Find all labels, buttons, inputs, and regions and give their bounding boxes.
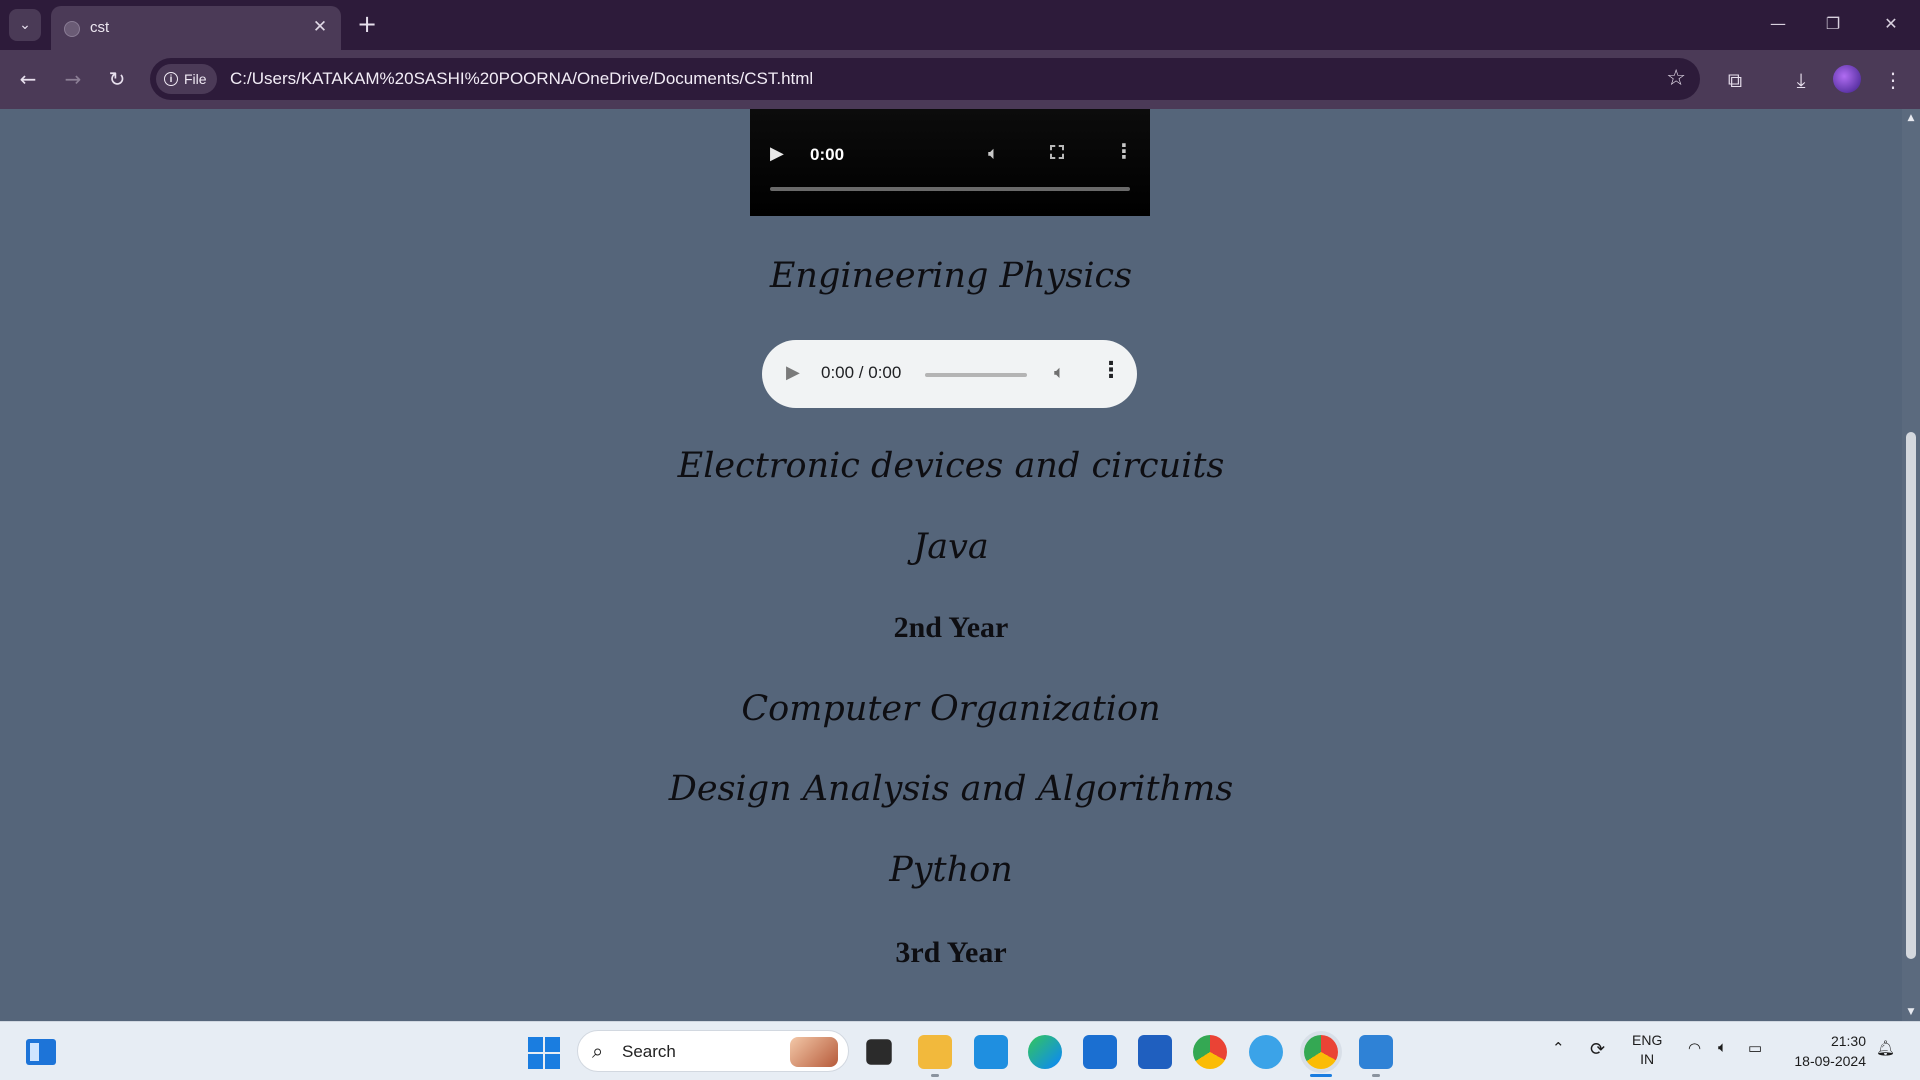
scroll-up-icon[interactable]: ▲ — [1902, 109, 1920, 127]
language-indicator[interactable]: ENG IN — [1632, 1031, 1662, 1069]
play-icon[interactable]: ▶ — [786, 362, 800, 383]
page-scrollbar[interactable]: ▲ ▼ — [1902, 109, 1920, 1021]
tab-title: cst — [90, 19, 110, 36]
tab-cst[interactable]: cst ✕ — [51, 6, 341, 50]
forward-icon: → — [64, 67, 82, 91]
back-icon: ← — [19, 67, 37, 91]
scrollbar-thumb[interactable] — [1906, 432, 1916, 959]
volume-icon[interactable]: 🔈︎ — [1054, 362, 1065, 383]
more-options-icon[interactable]: ⋮ — [1100, 358, 1122, 383]
chrome-active-icon[interactable] — [1304, 1035, 1338, 1069]
video-player[interactable]: ▶ 0:00 🔈︎ ⋮ — [750, 109, 1150, 216]
audio-time: 0:00 / 0:00 — [821, 363, 902, 382]
taskbar-search-box[interactable]: ⌕ Search — [577, 1030, 849, 1072]
year-heading: 3rd Year — [895, 936, 1007, 969]
close-window-button[interactable]: ✕ — [1868, 8, 1914, 40]
more-options-icon[interactable]: ⋮ — [1114, 139, 1134, 163]
bookmark-star-icon[interactable]: ☆ — [1666, 66, 1686, 91]
address-bar[interactable]: i File C:/Users/KATAKAM%20SASHI%20POORNA… — [150, 58, 1700, 100]
download-icon[interactable]: ⤓ — [1786, 65, 1816, 95]
clock-date: 18-09-2024 — [1794, 1053, 1866, 1069]
edge-browser-icon[interactable] — [1028, 1035, 1062, 1069]
close-tab-button[interactable]: ✕ — [309, 16, 331, 38]
subject-heading: Design Analysis and Algorithms — [668, 769, 1234, 809]
fullscreen-icon[interactable] — [1050, 145, 1064, 159]
more-menu-icon[interactable]: ⋮ — [1878, 65, 1908, 95]
active-indicator — [1310, 1074, 1332, 1077]
year-heading: 2nd Year — [893, 611, 1009, 644]
wifi-icon[interactable]: ◠ — [1688, 1039, 1701, 1057]
chevron-down-icon: ⌄ — [19, 17, 31, 33]
notepad-icon[interactable] — [1359, 1035, 1393, 1069]
browser-toolbar: ← → ↻ i File C:/Users/KATAKAM%20SASHI%20… — [0, 50, 1920, 109]
windows-taskbar: ⌕ Search ⌃ ⟳ ENG IN ◠ 🔈︎ ▭ 21:30 18-09-2… — [0, 1021, 1920, 1080]
speaker-icon[interactable]: 🔈︎ — [1718, 1039, 1727, 1056]
audio-player[interactable]: ▶ 0:00 / 0:00 🔈︎ ⋮ — [762, 340, 1137, 408]
tab-list-button[interactable]: ⌄ — [9, 9, 41, 41]
reload-icon: ↻ — [108, 67, 126, 91]
web-page: ▶ 0:00 🔈︎ ⋮ Engineering Physics ▶ 0:00 /… — [0, 109, 1902, 1021]
globe-icon — [64, 21, 80, 37]
new-tab-button[interactable]: + — [354, 12, 380, 38]
running-indicator — [1372, 1074, 1380, 1077]
sync-icon[interactable]: ⟳ — [1590, 1039, 1605, 1060]
myhp-icon[interactable] — [974, 1035, 1008, 1069]
reload-button[interactable]: ↻ — [101, 63, 133, 95]
taskbar-clock[interactable]: 21:30 18-09-2024 — [1786, 1031, 1866, 1071]
subject-heading: Java — [913, 527, 989, 567]
play-icon[interactable]: ▶ — [770, 143, 784, 164]
windows-start-icon[interactable] — [528, 1037, 560, 1069]
site-info-chip[interactable]: i File — [156, 64, 217, 94]
language-region: IN — [1640, 1051, 1655, 1067]
url-text[interactable]: C:/Users/KATAKAM%20SASHI%20POORNA/OneDri… — [230, 69, 813, 89]
clock-time: 21:30 — [1830, 1033, 1866, 1049]
profile-avatar[interactable] — [1833, 65, 1861, 93]
language-code: ENG — [1632, 1032, 1663, 1048]
subject-heading: Python — [889, 850, 1013, 890]
back-button[interactable]: ← — [12, 63, 44, 95]
forward-button[interactable]: → — [57, 63, 89, 95]
site-info-label: File — [184, 71, 207, 87]
subject-heading: Electronic devices and circuits — [677, 446, 1225, 486]
running-indicator — [931, 1074, 939, 1077]
restore-button[interactable]: ❐ — [1810, 8, 1856, 40]
show-hidden-icons-chevron[interactable]: ⌃ — [1552, 1039, 1565, 1057]
search-icon: ⌕ — [592, 1039, 604, 1063]
notification-bell-icon[interactable]: 🔔︎ — [1876, 1039, 1895, 1057]
search-highlight-image — [790, 1037, 838, 1067]
info-icon: i — [164, 72, 178, 86]
subject-heading: Computer Organization — [741, 689, 1161, 729]
microsoft-store-icon[interactable] — [1083, 1035, 1117, 1069]
scroll-down-icon[interactable]: ▼ — [1902, 1003, 1920, 1021]
minimize-button[interactable]: — — [1755, 8, 1801, 40]
volume-icon[interactable]: 🔈︎ — [988, 143, 999, 164]
chrome-icon[interactable] — [1193, 1035, 1227, 1069]
help-icon[interactable] — [1249, 1035, 1283, 1069]
widgets-icon[interactable] — [26, 1039, 56, 1065]
extensions-icon[interactable]: ⧉ — [1720, 65, 1750, 95]
file-explorer-icon[interactable] — [918, 1035, 952, 1069]
word-icon[interactable] — [1138, 1035, 1172, 1069]
tab-strip: ⌄ cst ✕ + — ❐ ✕ — [0, 0, 1920, 50]
subject-heading: Engineering Physics — [769, 256, 1133, 296]
battery-icon[interactable]: ▭ — [1748, 1039, 1762, 1057]
video-time: 0:00 — [810, 145, 845, 164]
taskbar-search-label: Search — [622, 1042, 676, 1061]
video-progress-bar[interactable] — [770, 187, 1130, 191]
audio-seek-bar[interactable] — [925, 373, 1027, 377]
task-view-icon[interactable] — [866, 1039, 892, 1065]
